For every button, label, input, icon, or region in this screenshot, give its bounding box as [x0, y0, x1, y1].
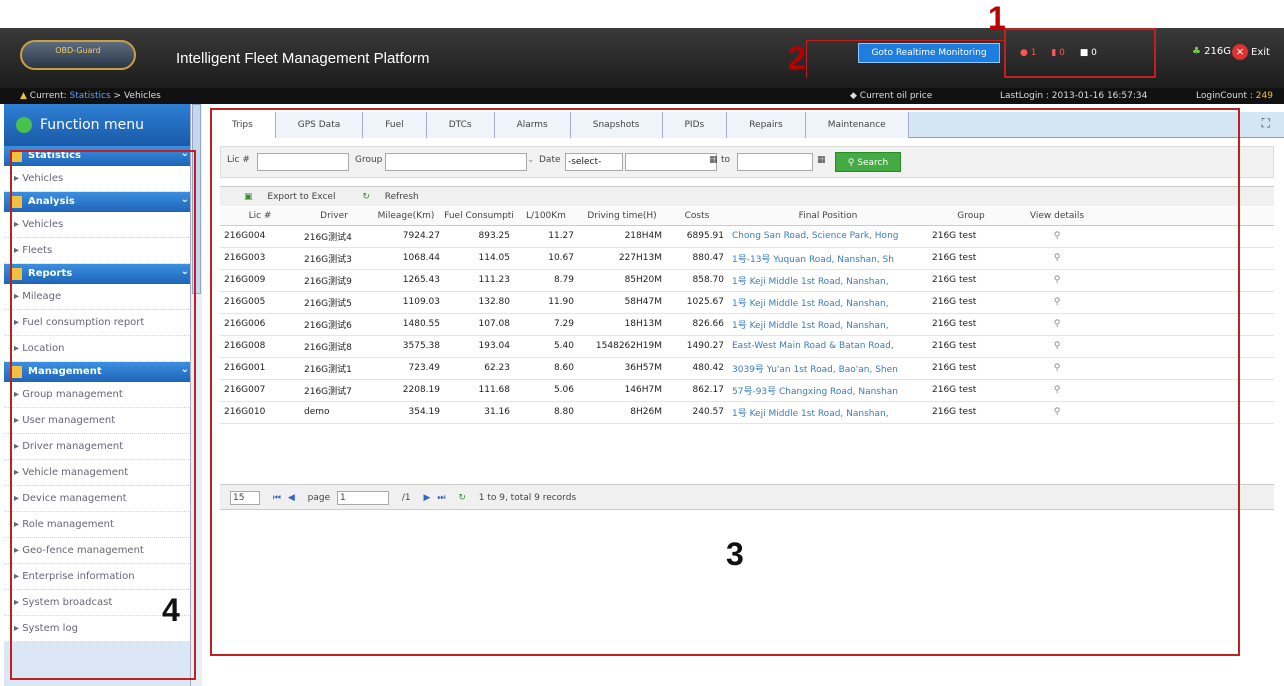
brand-logo[interactable]: OBD-Guard	[20, 40, 136, 70]
sub-header-bar: ▲ Current: Statistics > Vehicles ◆ Curre…	[0, 88, 1284, 104]
annotation-label-4: 4	[162, 592, 180, 628]
menu-icon	[16, 117, 32, 133]
annotation-label-1: 1	[988, 0, 1006, 36]
oil-price-link[interactable]: ◆ Current oil price	[850, 88, 932, 104]
annotation-box-3	[210, 108, 1240, 656]
last-login: LastLogin : 2013-01-16 16:57:34	[1000, 91, 1148, 101]
user-label: ♣ 216G	[1192, 46, 1231, 57]
user-icon: ♣	[1192, 46, 1201, 57]
breadcrumb: ▲ Current: Statistics > Vehicles	[20, 91, 161, 101]
breadcrumb-section[interactable]: Statistics	[70, 91, 111, 101]
annotation-box-1	[1004, 28, 1156, 78]
home-icon: ▲	[20, 91, 27, 101]
annotation-label-3: 3	[726, 536, 744, 572]
maximize-icon[interactable]: ⛶	[1262, 116, 1270, 131]
function-menu-header: Function menu	[4, 104, 201, 146]
oil-icon: ◆	[850, 91, 857, 101]
exit-button[interactable]: × Exit	[1232, 44, 1270, 60]
close-icon: ×	[1232, 44, 1248, 60]
app-title: Intelligent Fleet Management Platform	[176, 50, 430, 67]
annotation-label-2: 2	[788, 40, 806, 76]
annotation-box-2	[806, 40, 1006, 78]
login-count: LoginCount : 249	[1196, 91, 1273, 101]
